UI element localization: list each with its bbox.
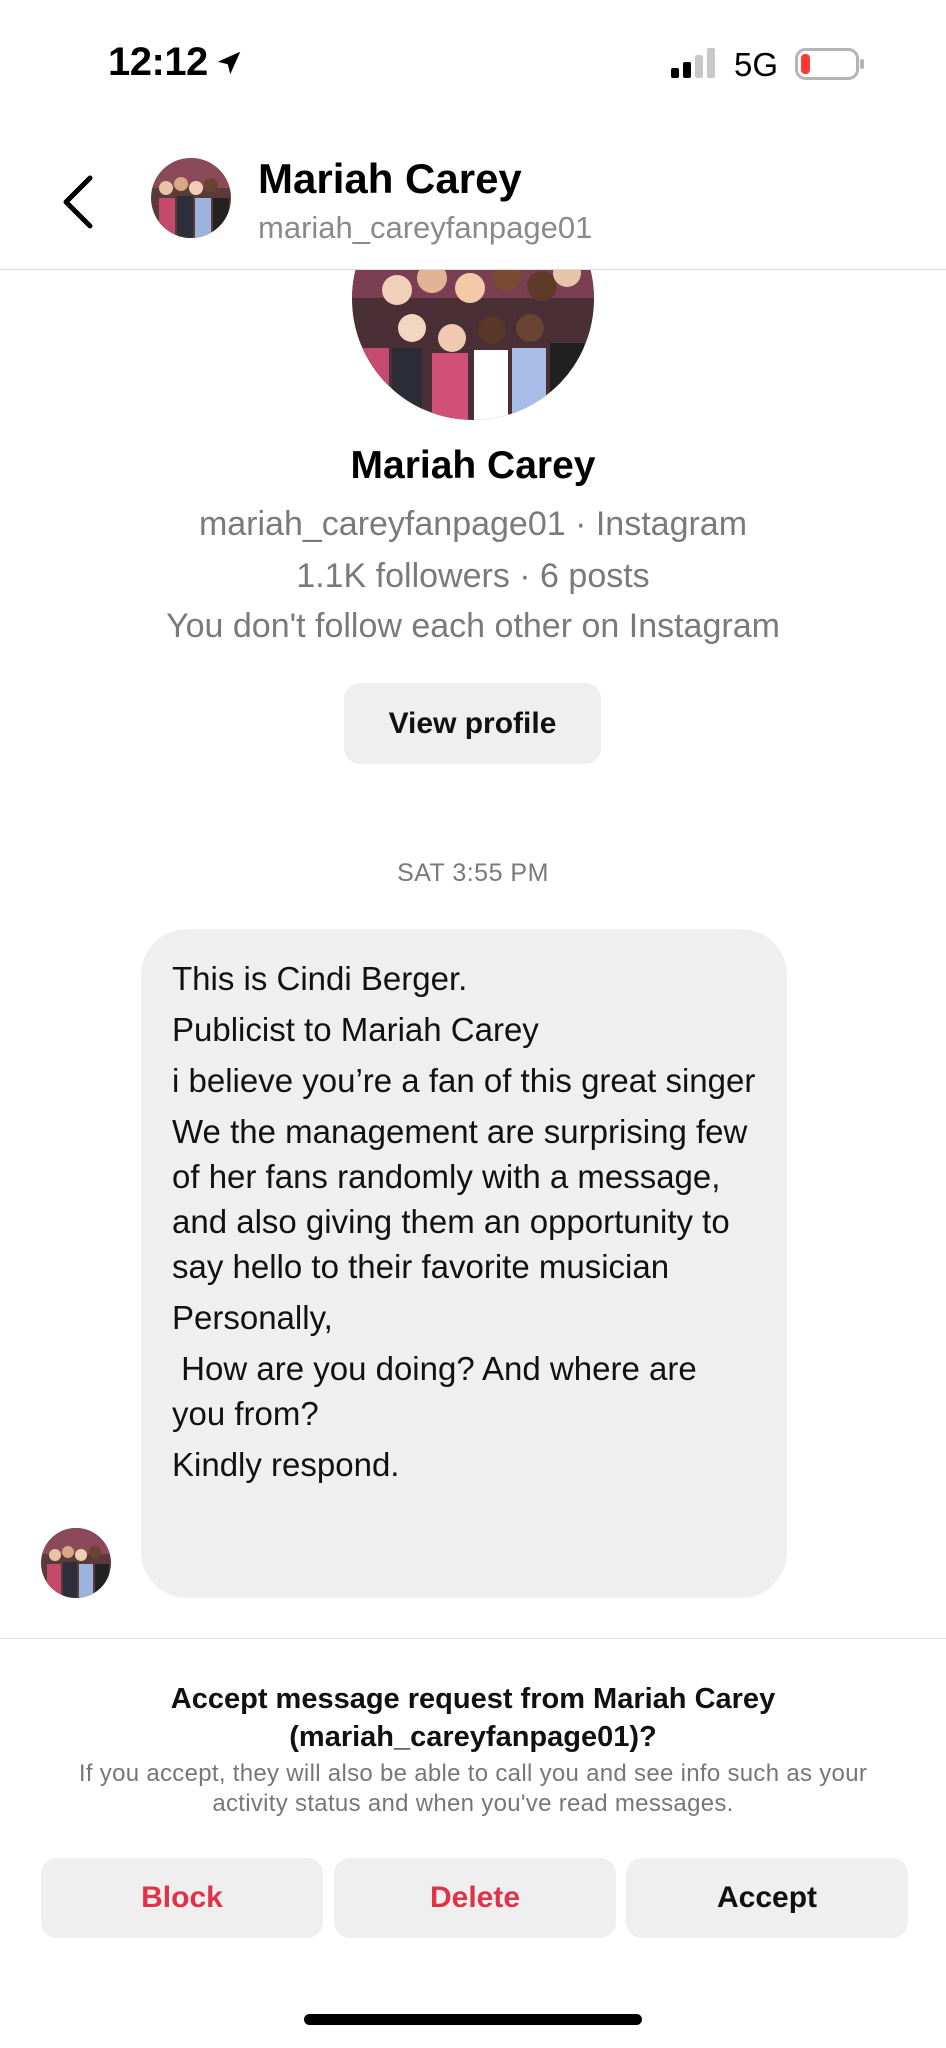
sender-avatar[interactable] xyxy=(41,1528,111,1598)
message-timestamp: SAT 3:55 PM xyxy=(397,859,549,887)
profile-handle-platform: mariah_careyfanpage01 · Instagram xyxy=(198,505,748,543)
message-line: This is Cindi Berger. xyxy=(172,960,468,997)
message-line: i believe you’re a fan of this great sin… xyxy=(172,1062,756,1099)
profile-picture[interactable] xyxy=(352,270,594,420)
message-line: Personally, xyxy=(172,1299,333,1336)
accept-button[interactable]: Accept xyxy=(626,1858,908,1938)
divider xyxy=(0,1638,946,1639)
block-button[interactable]: Block xyxy=(41,1858,323,1938)
status-bar: 12:12 5G xyxy=(0,0,946,120)
status-time: 12:12 xyxy=(108,40,208,84)
message-bubble[interactable]: This is Cindi Berger. Publicist to Maria… xyxy=(141,929,787,1598)
profile-name: Mariah Carey xyxy=(350,444,596,487)
request-title: Accept message request from Mariah Carey… xyxy=(170,1683,776,1753)
request-description: If you accept, they will also be able to… xyxy=(78,1760,868,1817)
message-line: How are you doing? And where are you fro… xyxy=(172,1350,706,1432)
message-line: We the management are surprising few of … xyxy=(172,1113,748,1285)
signal-icon xyxy=(671,48,715,78)
message-line: Kindly respond. xyxy=(172,1446,400,1483)
avatar[interactable] xyxy=(151,158,231,238)
chevron-left-icon[interactable] xyxy=(58,172,98,232)
chat-header: Mariah Carey mariah_careyfanpage01 xyxy=(0,120,946,270)
network-type: 5G xyxy=(734,46,779,83)
profile-stats: 1.1K followers · 6 posts xyxy=(296,557,650,595)
home-indicator[interactable] xyxy=(304,2014,642,2025)
message-line: Publicist to Mariah Carey xyxy=(172,1011,539,1048)
battery-low-icon xyxy=(795,48,864,80)
header-handle[interactable]: mariah_careyfanpage01 xyxy=(258,210,592,246)
follow-status: You don't follow each other on Instagram xyxy=(166,607,780,645)
view-profile-button[interactable]: View profile xyxy=(344,683,601,764)
delete-button[interactable]: Delete xyxy=(334,1858,616,1938)
header-name[interactable]: Mariah Carey xyxy=(258,155,522,203)
location-arrow-icon xyxy=(217,51,241,75)
